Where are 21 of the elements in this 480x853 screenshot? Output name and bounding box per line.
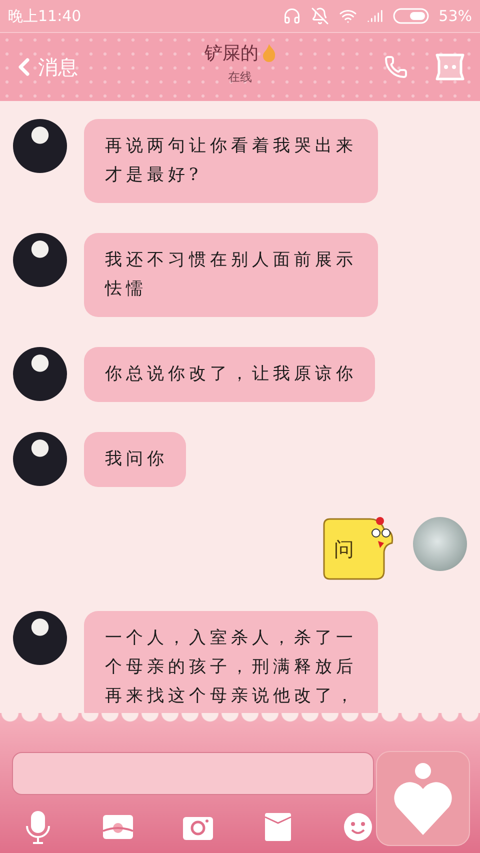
battery-percent: 53% (438, 7, 472, 25)
online-status: 在线 (228, 69, 252, 86)
message-bubble: 你总说你改了，让我原谅你 (84, 347, 375, 402)
message-bubble: 我问你 (84, 432, 186, 487)
sticker-text: 问 (334, 536, 354, 562)
wifi-icon (338, 7, 357, 25)
status-time: 晚上11:40 (8, 6, 82, 26)
battery-icon (392, 8, 429, 24)
message-input-field[interactable] (12, 752, 374, 795)
bell-off-icon (310, 7, 329, 25)
phone-button[interactable] (384, 55, 408, 79)
profile-button[interactable] (434, 53, 466, 81)
message-bubble: 我还不习惯在别人面前展示怯懦 (84, 233, 378, 317)
message-bubble: 一个人，入室杀人，杀了一个母亲的孩子，刑满释放后再来找这个母亲说他改了， (84, 611, 378, 713)
heart-button[interactable] (376, 751, 470, 846)
signal-icon (366, 8, 383, 24)
back-button[interactable]: 消息 (10, 53, 78, 81)
contact-name: 铲屎的 (204, 42, 258, 65)
headphones-icon (282, 7, 301, 25)
message-bubble: 再说两句让你看着我哭出来才是最好? (84, 119, 378, 203)
flame-icon (262, 44, 276, 62)
